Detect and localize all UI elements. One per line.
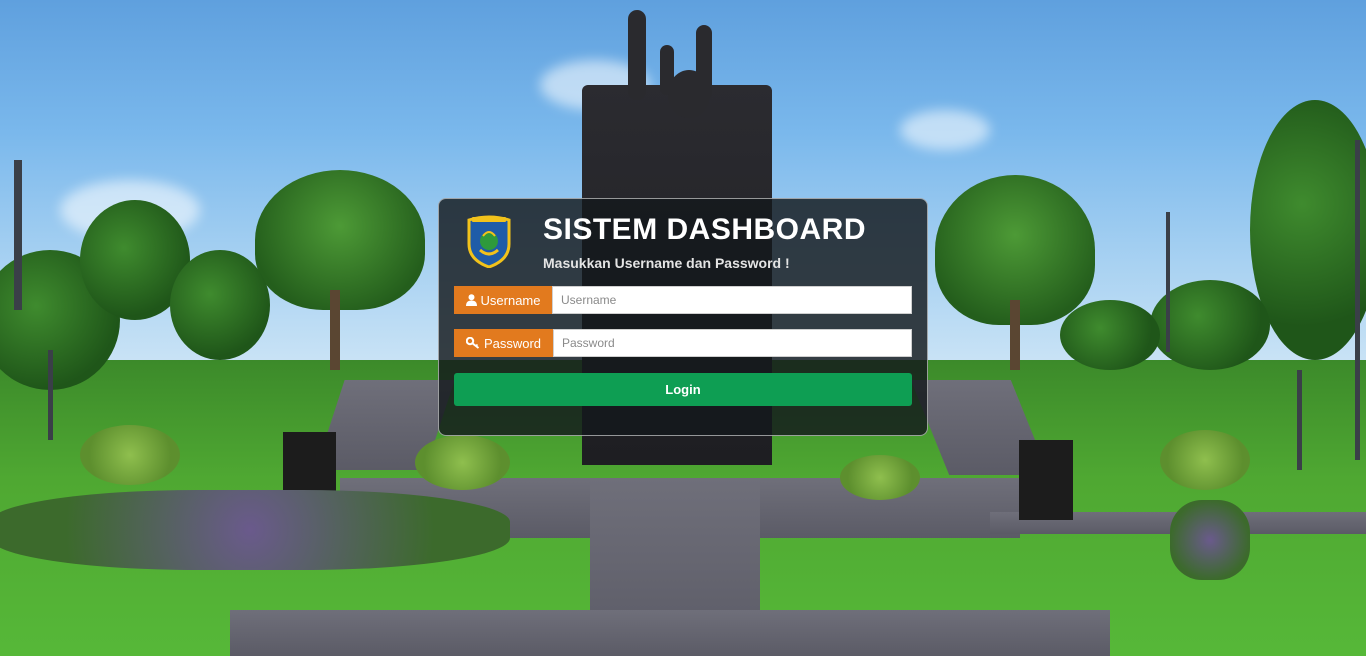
password-label: Password: [483, 335, 542, 351]
page-subtitle: Masukkan Username dan Password !: [543, 255, 790, 271]
street-light: [1166, 212, 1170, 352]
tree: [1060, 300, 1160, 370]
palm-tree: [255, 170, 425, 310]
password-addon: Password: [454, 329, 553, 357]
username-addon: Username: [454, 286, 552, 314]
street-light: [48, 350, 53, 440]
password-input[interactable]: [553, 329, 912, 357]
statue-figure: [628, 10, 646, 100]
flower-bed: [1170, 500, 1250, 580]
street-light: [1297, 370, 1302, 470]
flower-bed: [0, 490, 510, 570]
tree-trunk: [1010, 300, 1020, 370]
cloud: [900, 110, 990, 150]
shrub: [80, 425, 180, 485]
shrub: [415, 435, 510, 490]
street-light: [1355, 140, 1360, 460]
key-icon: [465, 337, 480, 349]
user-icon: [465, 294, 477, 306]
login-button[interactable]: Login: [454, 373, 912, 406]
login-panel: SISTEM DASHBOARD Masukkan Username dan P…: [438, 198, 928, 436]
shrub: [840, 455, 920, 500]
speaker-box: [1019, 440, 1073, 520]
username-label: Username: [480, 292, 541, 308]
tree: [170, 250, 270, 360]
tree-trunk: [330, 290, 340, 370]
page-title: SISTEM DASHBOARD: [543, 213, 867, 246]
username-input[interactable]: [552, 286, 912, 314]
username-row: Username: [454, 286, 912, 314]
walkway: [230, 610, 1110, 656]
password-row: Password: [454, 329, 912, 357]
shrub: [1160, 430, 1250, 490]
street-light: [14, 160, 22, 310]
statue-figure: [696, 25, 712, 100]
regional-emblem-logo: [467, 215, 511, 268]
statue-figure: [660, 45, 674, 95]
